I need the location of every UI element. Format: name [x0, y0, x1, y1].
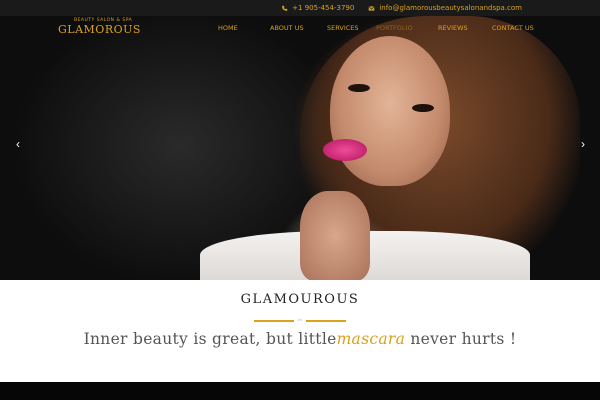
intro-section: GLAMOUROUS ✂ Inner beauty is great, but …	[0, 280, 600, 382]
nav-item-about-us[interactable]: ABOUT US	[270, 24, 327, 32]
hero-image-eye	[412, 104, 434, 112]
hero-image-lips	[323, 139, 367, 161]
nav-item-portfolio[interactable]: PORTFOLIO	[376, 24, 438, 32]
next-section-strip	[0, 382, 600, 400]
nav-item-home[interactable]: HOME	[218, 24, 270, 32]
nav-menu: HOME ABOUT US SERVICES PORTFOLIO REVIEWS…	[218, 24, 552, 32]
hero-image-hand	[300, 191, 370, 280]
quote-highlight: mascara	[336, 330, 406, 348]
logo-name: GLAMOROUS	[58, 23, 141, 36]
email-address: info@glamorousbeautysalonandspa.com	[379, 4, 522, 12]
quote-text: Inner beauty is great, but little	[83, 330, 337, 348]
chevron-right-icon[interactable]: ›	[577, 136, 589, 152]
title-divider: ✂	[254, 318, 346, 324]
phone-icon	[282, 5, 288, 11]
intro-quote: Inner beauty is great, but littlemascara…	[0, 330, 600, 348]
main-navigation: BEAUTY SALON & SPA GLAMOROUS HOME ABOUT …	[0, 16, 600, 42]
section-title: GLAMOUROUS	[240, 292, 360, 307]
email-link[interactable]: info@glamorousbeautysalonandspa.com	[368, 4, 522, 12]
quote-text-end: never hurts !	[405, 330, 517, 348]
top-contact-bar: +1 905-454-3790 info@glamorousbeautysalo…	[0, 0, 600, 16]
nav-item-services[interactable]: SERVICES	[327, 24, 376, 32]
hero-slider: BEAUTY SALON & SPA GLAMOROUS HOME ABOUT …	[0, 16, 600, 280]
scissors-icon: ✂	[297, 318, 303, 324]
phone-link[interactable]: +1 905-454-3790	[281, 4, 354, 12]
phone-number: +1 905-454-3790	[292, 4, 355, 12]
hero-image-face	[330, 36, 450, 186]
chevron-left-icon[interactable]: ‹	[12, 136, 24, 152]
divider-line	[254, 320, 294, 322]
nav-item-reviews[interactable]: REVIEWS	[438, 24, 492, 32]
envelope-icon	[368, 5, 375, 11]
divider-line	[306, 320, 346, 322]
hero-image-eye	[348, 84, 370, 92]
nav-item-contact-us[interactable]: CONTACT US	[492, 24, 552, 32]
